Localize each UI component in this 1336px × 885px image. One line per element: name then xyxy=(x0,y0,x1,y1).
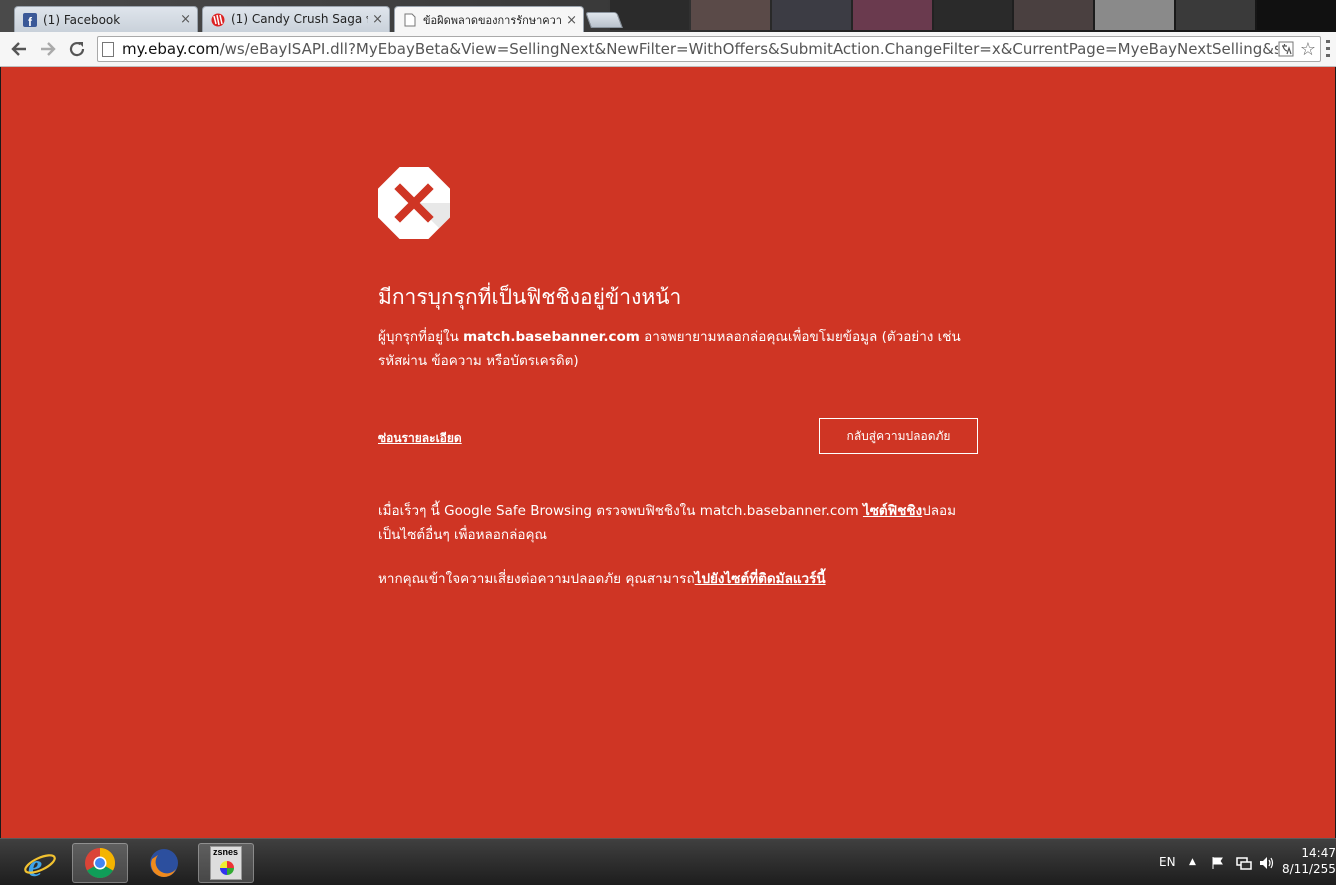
danger-icon xyxy=(378,167,450,239)
page-info-icon[interactable] xyxy=(102,41,114,57)
tab-candy-crush[interactable]: (1) Candy Crush Saga บน Facebook × xyxy=(202,6,390,32)
tab-title: (1) Candy Crush Saga บน Facebook xyxy=(231,12,368,26)
close-x-icon xyxy=(394,183,450,239)
proceed-unsafe-link[interactable]: ไปยังไซต์ที่ติดมัลแวร์นี้ xyxy=(695,571,826,587)
warning-description: ผู้บุกรุกที่อยู่ใน match.basebanner.com … xyxy=(378,325,978,373)
background-thumbnails xyxy=(610,0,1336,30)
browser-toolbar: my.ebay.com/ws/eBayISAPI.dll?MyEbayBeta&… xyxy=(0,32,1336,67)
network-icon[interactable] xyxy=(1236,855,1252,871)
safe-browsing-warning-page: มีการบุกรุกที่เป็นฟิชชิงอยู่ข้างหน้า ผู้… xyxy=(1,67,1335,838)
taskbar-zsnes[interactable]: zsnes xyxy=(198,843,254,883)
tab-close-icon[interactable]: × xyxy=(180,12,191,27)
arrow-left-icon xyxy=(11,42,26,56)
url-host: my.ebay.com xyxy=(122,40,220,58)
show-hidden-icons-icon[interactable]: ▲ xyxy=(1189,839,1196,885)
attacker-host: match.basebanner.com xyxy=(463,329,640,345)
phishing-site-link[interactable]: ไซต์ฟิชชิง xyxy=(863,503,922,519)
chrome-icon xyxy=(85,848,116,879)
tab-close-icon[interactable]: × xyxy=(372,12,383,27)
zsnes-icon: zsnes xyxy=(210,846,242,880)
taskbar-firefox[interactable] xyxy=(136,843,192,883)
forward-button[interactable] xyxy=(37,38,59,60)
reload-icon xyxy=(69,41,85,57)
clock-date: 8/11/2558 xyxy=(1282,862,1336,876)
tab-security-error[interactable]: ข้อผิดพลาดของการรักษาความปลอดภัย × xyxy=(394,6,584,33)
hide-details-link[interactable]: ซ่อนรายละเอียด xyxy=(378,429,462,448)
text: หากคุณเข้าใจความเสี่ยงต่อความปลอดภัย คุณ… xyxy=(378,571,695,587)
back-button[interactable] xyxy=(8,38,30,60)
url-path: /ws/eBayISAPI.dll?MyEbayBeta&View=Sellin… xyxy=(219,40,1278,58)
menu-button[interactable] xyxy=(1326,40,1332,58)
candy-crush-icon xyxy=(211,13,225,26)
action-center-flag-icon[interactable] xyxy=(1211,856,1225,870)
new-tab-button[interactable] xyxy=(585,12,623,28)
details-paragraph: เมื่อเร็วๆ นี้ Google Safe Browsing ตรวจ… xyxy=(378,499,978,547)
arrow-right-icon xyxy=(41,42,56,56)
clock-time: 14:47 xyxy=(1301,846,1336,860)
text: เมื่อเร็วๆ นี้ Google Safe Browsing ตรวจ… xyxy=(378,503,863,519)
translate-icon[interactable] xyxy=(1278,41,1294,57)
tab-title: ข้อผิดพลาดของการรักษาความปลอดภัย xyxy=(423,14,562,27)
system-clock[interactable]: 14:47 8/11/2558 xyxy=(1282,845,1336,877)
proceed-paragraph: หากคุณเข้าใจความเสี่ยงต่อความปลอดภัย คุณ… xyxy=(378,567,978,591)
tab-close-icon[interactable]: × xyxy=(566,13,577,28)
volume-icon[interactable] xyxy=(1259,855,1275,871)
tab-facebook[interactable]: f (1) Facebook × xyxy=(14,6,198,32)
facebook-icon: f xyxy=(23,12,37,27)
language-indicator[interactable]: EN xyxy=(1159,839,1176,885)
tab-strip: f (1) Facebook × (1) Candy Crush Saga บน… xyxy=(0,0,1336,33)
address-bar[interactable]: my.ebay.com/ws/eBayISAPI.dll?MyEbayBeta&… xyxy=(97,36,1321,62)
taskbar-internet-explorer[interactable]: e xyxy=(12,843,68,883)
back-to-safety-button[interactable]: กลับสู่ความปลอดภัย xyxy=(819,418,978,454)
firefox-icon xyxy=(150,849,178,877)
page-title: มีการบุกรุกที่เป็นฟิชชิงอยู่ข้างหน้า xyxy=(378,285,682,309)
tab-title: (1) Facebook xyxy=(43,12,121,27)
internet-explorer-icon: e xyxy=(24,847,56,880)
text: ผู้บุกรุกที่อยู่ใน xyxy=(378,329,464,345)
page-icon xyxy=(404,13,416,27)
reload-button[interactable] xyxy=(66,38,88,60)
windows-taskbar: e zsnes EN ▲ 14:47 8/11/255 xyxy=(0,838,1336,885)
zsnes-label: zsnes xyxy=(213,847,239,857)
taskbar-chrome[interactable] xyxy=(72,843,128,883)
bookmark-star-icon[interactable]: ☆ xyxy=(1300,39,1316,60)
address-url[interactable]: my.ebay.com/ws/eBayISAPI.dll?MyEbayBeta&… xyxy=(122,40,1278,58)
